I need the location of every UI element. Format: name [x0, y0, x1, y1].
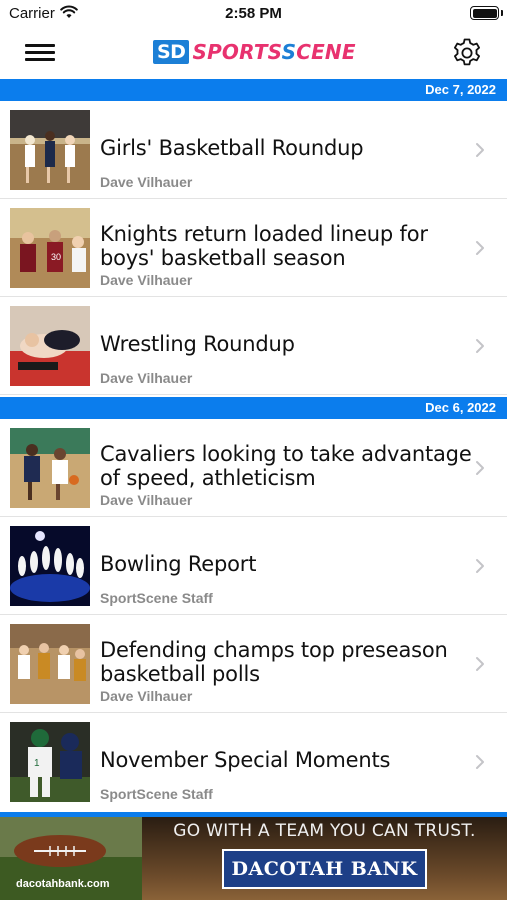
battery-icon: [470, 6, 499, 20]
article-row[interactable]: Wrestling Roundup Dave Vilhauer: [0, 297, 507, 395]
hamburger-menu-icon[interactable]: [25, 41, 55, 65]
article-title: Girls' Basketball Roundup: [100, 136, 364, 160]
basketball-photo: [10, 624, 90, 704]
article-title: Bowling Report: [100, 552, 257, 576]
chevron-right-icon: [475, 142, 485, 163]
status-time: 2:58 PM: [225, 5, 282, 22]
status-bar: Carrier 2:58 PM: [0, 0, 507, 30]
logo-sd-badge: SD: [153, 40, 190, 64]
article-author: Dave Vilhauer: [100, 370, 193, 386]
svg-text:1: 1: [34, 758, 40, 769]
basketball-photo: 30: [10, 208, 90, 288]
chevron-right-icon: [475, 754, 485, 775]
chevron-right-icon: [475, 240, 485, 261]
nav-bar: SD SPORTSSCENE: [0, 30, 507, 78]
article-author: Dave Vilhauer: [100, 174, 193, 190]
article-author: SportScene Staff: [100, 590, 213, 606]
article-row[interactable]: 30 Knights return loaded lineup for boys…: [0, 199, 507, 297]
article-row[interactable]: 1 November Special Moments SportScene St…: [0, 713, 507, 811]
basketball-photo: [10, 428, 90, 508]
sportscene-logo: SD SPORTSSCENE: [153, 38, 356, 66]
ad-url: dacotahbank.com: [16, 878, 110, 890]
article-title: Defending champs top preseason basketbal…: [100, 638, 448, 686]
article-title: Cavaliers looking to take advantage of s…: [100, 442, 472, 490]
article-title: November Special Moments: [100, 748, 391, 772]
basketball-photo: [10, 110, 90, 190]
article-row[interactable]: Girls' Basketball Roundup Dave Vilhauer: [0, 101, 507, 199]
article-row[interactable]: Defending champs top preseason basketbal…: [0, 615, 507, 713]
article-row[interactable]: Bowling Report SportScene Staff: [0, 517, 507, 615]
wrestling-photo: [10, 306, 90, 386]
article-title: Wrestling Roundup: [100, 332, 295, 356]
chevron-right-icon: [475, 558, 485, 579]
gear-icon[interactable]: [450, 36, 484, 70]
logo-wordmark: SPORTSSCENE: [192, 40, 356, 64]
article-title: Knights return loaded lineup for boys' b…: [100, 222, 428, 270]
article-author: Dave Vilhauer: [100, 492, 193, 508]
bank-logo: DACOTAH BANK: [222, 849, 427, 889]
bowling-photo: [10, 526, 90, 606]
ad-tagline: GO WITH A TEAM YOU CAN TRUST.: [173, 821, 476, 841]
article-row[interactable]: Cavaliers looking to take advantage of s…: [0, 419, 507, 517]
football-photo: 1: [10, 722, 90, 802]
article-author: Dave Vilhauer: [100, 688, 193, 704]
svg-text:30: 30: [51, 252, 61, 262]
chevron-right-icon: [475, 656, 485, 677]
date-header: Dec 6, 2022: [0, 397, 507, 419]
dacotah-bank-ad[interactable]: dacotahbank.com GO WITH A TEAM YOU CAN T…: [0, 817, 507, 900]
article-author: Dave Vilhauer: [100, 272, 193, 288]
chevron-right-icon: [475, 338, 485, 359]
article-author: SportScene Staff: [100, 786, 213, 802]
date-header: Dec 7, 2022: [0, 79, 507, 101]
chevron-right-icon: [475, 460, 485, 481]
